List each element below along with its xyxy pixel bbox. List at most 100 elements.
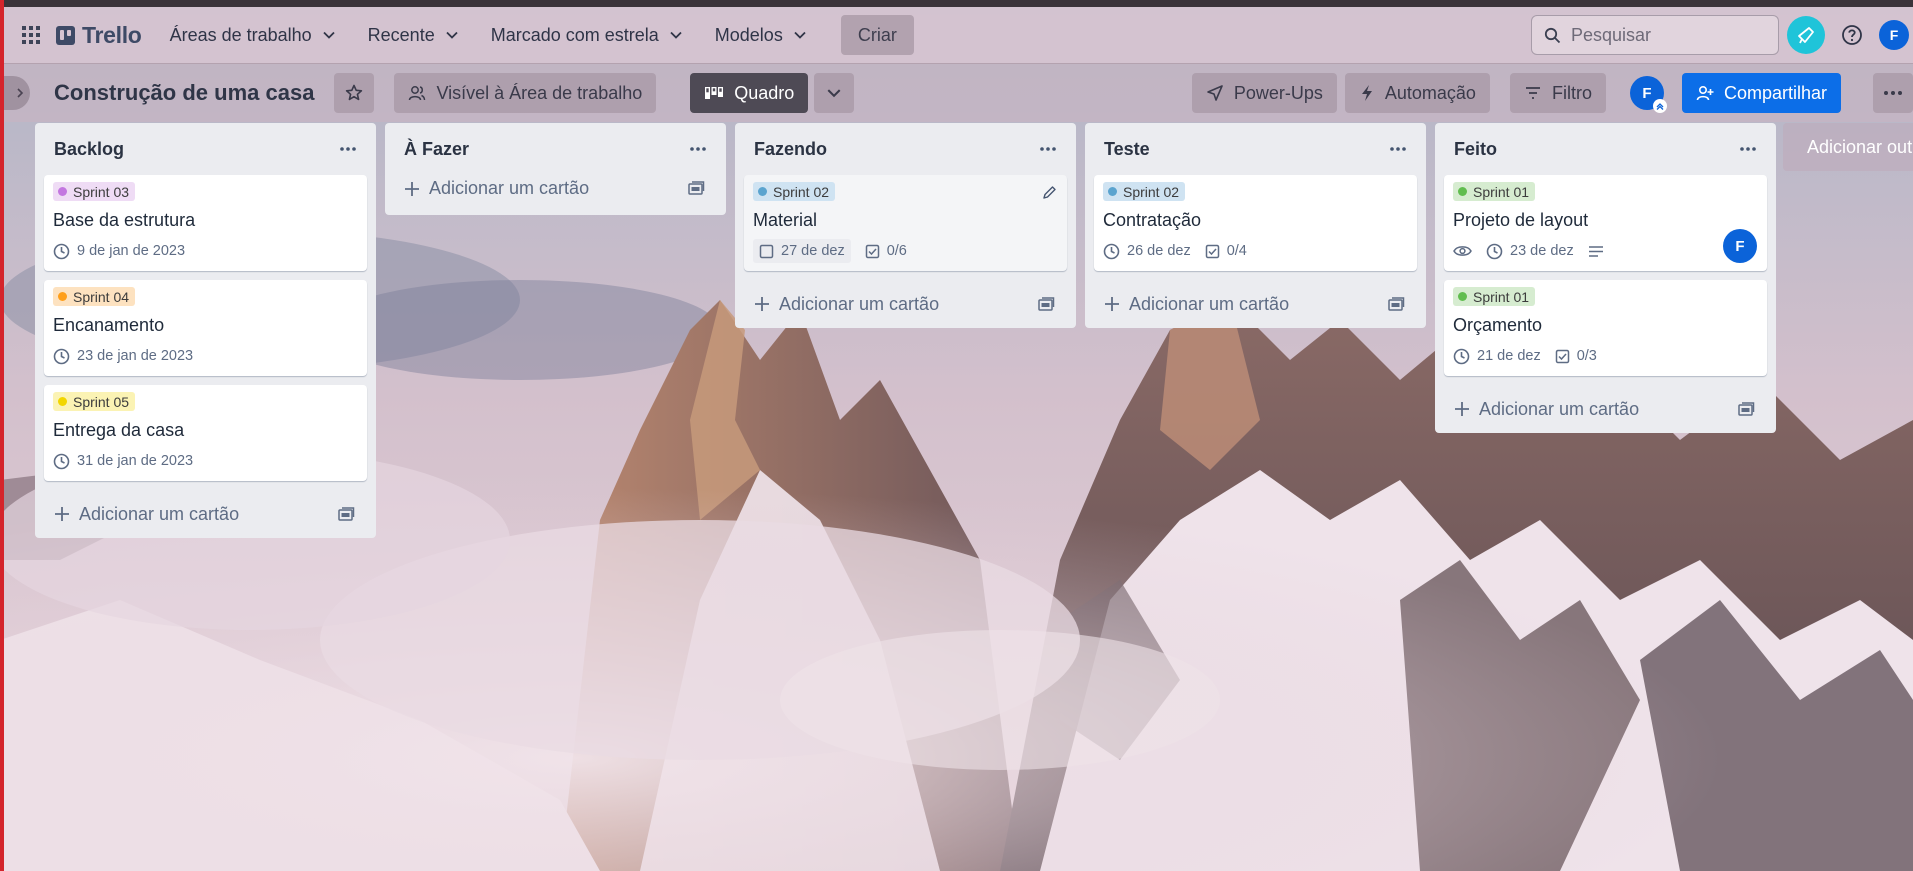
card-label[interactable]: Sprint 02 bbox=[753, 182, 836, 201]
due-date-badge[interactable]: 23 de jan de 2023 bbox=[53, 348, 193, 365]
due-date-badge[interactable]: 27 de dez bbox=[753, 239, 851, 263]
list-teste: Teste Sprint 02 Contratação 26 de dez 0/… bbox=[1085, 123, 1426, 328]
due-date-badge[interactable]: 9 de jan de 2023 bbox=[53, 243, 185, 260]
card[interactable]: Sprint 03 Base da estrutura 9 de jan de … bbox=[44, 175, 367, 271]
powerups-button[interactable]: Power-Ups bbox=[1191, 73, 1337, 113]
card-label[interactable]: Sprint 03 bbox=[53, 182, 136, 201]
card-title: Orçamento bbox=[1453, 315, 1543, 335]
card-label[interactable]: Sprint 04 bbox=[53, 287, 136, 306]
board-menu-button[interactable] bbox=[1873, 73, 1913, 113]
lightning-icon bbox=[1361, 85, 1372, 101]
account-avatar[interactable]: F bbox=[1879, 20, 1909, 50]
list-menu-button[interactable] bbox=[1382, 133, 1414, 165]
automation-label: Automação bbox=[1384, 82, 1476, 103]
watching-badge bbox=[1453, 244, 1472, 258]
list-title[interactable]: À Fazer bbox=[404, 139, 469, 160]
create-from-template-button[interactable] bbox=[1033, 291, 1059, 317]
card[interactable]: Sprint 04 Encanamento 23 de jan de 2023 bbox=[44, 280, 367, 376]
create-from-template-button[interactable] bbox=[1383, 291, 1409, 317]
label-text: Sprint 02 bbox=[773, 183, 830, 200]
due-date-badge[interactable]: 26 de dez bbox=[1103, 243, 1191, 260]
checklist-badge: 0/4 bbox=[1205, 243, 1247, 259]
list-title[interactable]: Backlog bbox=[54, 139, 124, 160]
card[interactable]: Sprint 01 Projeto de layout 23 de dez F bbox=[1444, 175, 1767, 271]
due-date-badge[interactable]: 23 de dez bbox=[1486, 243, 1574, 260]
create-button[interactable]: Criar bbox=[840, 15, 914, 55]
card-label[interactable]: Sprint 01 bbox=[1453, 287, 1536, 306]
add-card-button[interactable]: Adicionar um cartão bbox=[1094, 280, 1417, 328]
list-menu-button[interactable] bbox=[1032, 133, 1064, 165]
template-icon bbox=[1037, 296, 1054, 311]
star-board-button[interactable] bbox=[334, 73, 375, 113]
card-label[interactable]: Sprint 02 bbox=[1103, 182, 1186, 201]
pencil-icon bbox=[1043, 186, 1056, 199]
card-label[interactable]: Sprint 05 bbox=[53, 392, 136, 411]
due-date-text: 21 de dez bbox=[1477, 348, 1541, 364]
search-input[interactable] bbox=[1571, 24, 1761, 46]
automation-button[interactable]: Automação bbox=[1344, 73, 1490, 113]
nav-workspaces-dropdown[interactable]: Áreas de trabalho bbox=[156, 15, 350, 55]
more-icon bbox=[340, 147, 356, 151]
list-title[interactable]: Feito bbox=[1454, 139, 1497, 160]
view-switcher-dropdown[interactable] bbox=[814, 73, 855, 113]
trello-logo[interactable]: Trello bbox=[56, 22, 142, 49]
due-date-badge[interactable]: 21 de dez bbox=[1453, 348, 1541, 365]
edit-card-button[interactable] bbox=[1042, 185, 1057, 205]
template-icon bbox=[337, 506, 354, 521]
card-label[interactable]: Sprint 01 bbox=[1453, 182, 1536, 201]
add-card-button[interactable]: Adicionar um cartão bbox=[394, 167, 717, 210]
board-member-avatar[interactable]: F bbox=[1629, 76, 1667, 113]
visibility-button[interactable]: Visível à Área de trabalho bbox=[394, 73, 657, 113]
add-list-button[interactable]: Adicionar outra lista bbox=[1783, 123, 1913, 171]
clock-icon bbox=[1486, 243, 1503, 259]
add-card-button[interactable]: Adicionar um cartão bbox=[744, 280, 1067, 328]
description-badge bbox=[1588, 245, 1604, 258]
card-badges: 23 de jan de 2023 bbox=[53, 344, 358, 368]
card[interactable]: Sprint 01 Orçamento 21 de dez 0/3 bbox=[1444, 280, 1767, 376]
window-top-edge bbox=[0, 0, 1913, 7]
workspace-people-icon bbox=[409, 86, 426, 101]
card-title: Material bbox=[753, 210, 818, 230]
clock-icon bbox=[1453, 348, 1470, 364]
list-menu-button[interactable] bbox=[682, 133, 714, 165]
due-date-text: 23 de dez bbox=[1510, 243, 1574, 259]
notifications-button[interactable] bbox=[1787, 16, 1825, 54]
sidebar-expand-button[interactable] bbox=[4, 76, 30, 110]
add-card-button[interactable]: Adicionar um cartão bbox=[44, 490, 367, 538]
list-menu-button[interactable] bbox=[332, 133, 364, 165]
checklist-count: 0/3 bbox=[1576, 348, 1597, 364]
board-view-button[interactable]: Quadro bbox=[690, 73, 809, 113]
share-button[interactable]: Compartilhar bbox=[1681, 73, 1841, 113]
create-from-template-button[interactable] bbox=[333, 501, 359, 527]
list-menu-button[interactable] bbox=[1732, 133, 1764, 165]
filter-button[interactable]: Filtro bbox=[1509, 73, 1606, 113]
card-title: Entrega da casa bbox=[53, 420, 185, 440]
nav-recent-dropdown[interactable]: Recente bbox=[354, 15, 473, 55]
create-from-template-button[interactable] bbox=[683, 176, 709, 202]
megaphone-icon bbox=[1798, 27, 1814, 44]
nav-templates-dropdown[interactable]: Modelos bbox=[701, 15, 821, 55]
help-button[interactable] bbox=[1833, 16, 1871, 54]
card[interactable]: Sprint 02 Contratação 26 de dez 0/4 bbox=[1094, 175, 1417, 271]
list-title[interactable]: Teste bbox=[1104, 139, 1150, 160]
due-date-text: 26 de dez bbox=[1127, 243, 1191, 259]
powerups-label: Power-Ups bbox=[1233, 82, 1323, 103]
clock-icon bbox=[53, 243, 70, 259]
search-box[interactable] bbox=[1531, 15, 1779, 55]
add-card-button[interactable]: Adicionar um cartão bbox=[1444, 385, 1767, 433]
nav-starred-dropdown[interactable]: Marcado com estrela bbox=[477, 15, 697, 55]
create-from-template-button[interactable] bbox=[1733, 396, 1759, 422]
member-initial: F bbox=[1642, 84, 1652, 102]
card[interactable]: Sprint 02 Material 27 de dez 0/6 bbox=[744, 175, 1067, 271]
checklist-icon bbox=[1205, 244, 1219, 258]
search-icon bbox=[1544, 27, 1561, 43]
apps-switcher-button[interactable] bbox=[10, 14, 52, 56]
card[interactable]: Sprint 05 Entrega da casa 31 de jan de 2… bbox=[44, 385, 367, 481]
board-title[interactable]: Construção de uma casa bbox=[54, 80, 314, 106]
plus-icon bbox=[405, 181, 419, 196]
list-backlog: Backlog Sprint 03 Base da estrutura 9 de… bbox=[35, 123, 376, 538]
due-date-badge[interactable]: 31 de jan de 2023 bbox=[53, 453, 193, 470]
list-title[interactable]: Fazendo bbox=[754, 139, 827, 160]
card-member-avatar[interactable]: F bbox=[1723, 229, 1757, 263]
label-color-dot bbox=[58, 397, 67, 406]
